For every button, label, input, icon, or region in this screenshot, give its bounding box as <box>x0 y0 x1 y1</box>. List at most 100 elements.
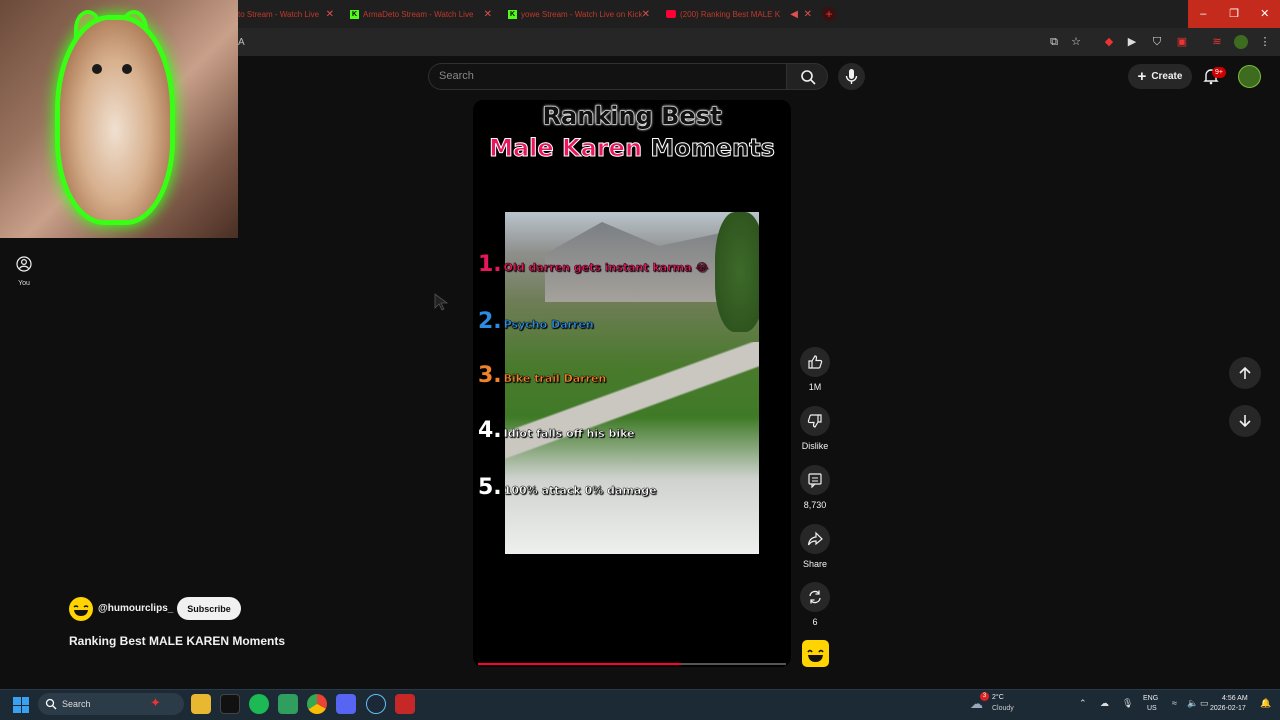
close-icon[interactable]: ✕ <box>642 9 650 20</box>
ranking-number: 5. <box>478 475 502 500</box>
browser-tab[interactable]: K yowe Stream - Watch Live on Kick ✕ <box>508 4 650 24</box>
subscribe-button[interactable]: Subscribe <box>177 597 241 620</box>
android-app-icon[interactable] <box>278 694 298 714</box>
youtube-icon <box>666 10 676 18</box>
account-circle-icon <box>16 256 32 272</box>
mute-icon[interactable]: ◀ <box>790 9 798 20</box>
ranking-item: 3. Bike trail Darren <box>478 363 607 388</box>
search-button[interactable] <box>786 63 828 90</box>
play-extension-icon[interactable]: ▶ <box>1125 35 1139 49</box>
remix-count: 6 <box>812 617 818 627</box>
profile-avatar[interactable] <box>1234 35 1248 49</box>
search-placeholder[interactable]: Search <box>439 70 474 82</box>
windows-start-icon[interactable] <box>13 697 29 713</box>
next-short-button[interactable] <box>1229 405 1261 437</box>
ranking-text: Psycho Darren <box>503 318 594 331</box>
chevron-up-icon[interactable]: ⌃ <box>1079 698 1087 709</box>
browser-tab[interactable]: to Stream - Watch Live ✕ <box>238 4 334 24</box>
tiktok-icon[interactable] <box>220 694 240 714</box>
shield-icon[interactable]: ⛉ <box>1150 35 1164 49</box>
arrow-up-icon <box>1239 366 1251 379</box>
video-overlay-title: Ranking Best <box>542 102 722 131</box>
volume-icon[interactable]: 🔈 <box>1187 698 1198 709</box>
taskbar-search-label[interactable]: Search <box>62 699 91 709</box>
channel-handle[interactable]: @humourclips_ <box>98 603 173 614</box>
channel-avatar[interactable] <box>69 597 93 621</box>
remix-icon <box>809 590 821 604</box>
ranking-item: 2. Psycho Darren <box>478 309 594 334</box>
browser-tab[interactable]: K ArmaDeto Stream - Watch Live ✕ <box>350 4 492 24</box>
app-icon[interactable] <box>395 694 415 714</box>
squirrel-image <box>60 20 170 220</box>
region-indicator[interactable]: US <box>1147 705 1157 712</box>
restore-button[interactable]: ❐ <box>1219 0 1250 28</box>
remix-button[interactable]: 6 <box>800 582 830 627</box>
sidebar-item-you[interactable]: You <box>8 256 40 287</box>
clock-time[interactable]: 4:56 AM <box>1222 695 1248 702</box>
ranking-item: 1. Old darren gets instant karma 😂 <box>478 252 708 277</box>
steam-icon[interactable] <box>366 694 386 714</box>
previous-short-button[interactable] <box>1229 357 1261 389</box>
weather-description[interactable]: Cloudy <box>992 705 1014 712</box>
like-button[interactable]: 1M <box>800 347 830 392</box>
mouse-cursor-icon <box>434 293 449 311</box>
close-window-button[interactable]: ✕ <box>1249 0 1280 28</box>
taskbar-search-box[interactable] <box>38 693 184 715</box>
close-icon[interactable]: ✕ <box>804 9 812 20</box>
comments-button[interactable]: 8,730 <box>800 465 830 510</box>
share-label: Share <box>802 559 828 569</box>
close-icon[interactable]: ✕ <box>484 9 492 20</box>
chrome-icon[interactable] <box>307 694 327 714</box>
sidewalk-shape <box>505 342 759 472</box>
minimize-button[interactable]: – <box>1188 0 1219 28</box>
dislike-label: Dislike <box>801 441 829 451</box>
microphone-icon[interactable]: 🎙 <box>1122 698 1133 709</box>
file-explorer-icon[interactable] <box>191 694 211 714</box>
squirrel-eye <box>122 64 132 74</box>
search-icon <box>45 698 57 710</box>
video-title[interactable]: Ranking Best MALE KAREN Moments <box>69 634 285 648</box>
language-indicator[interactable]: ENG <box>1143 695 1158 702</box>
browser-tab-active[interactable]: (200) Ranking Best MALE K ◀ ✕ <box>666 4 812 24</box>
discord-icon[interactable] <box>336 694 356 714</box>
share-icon <box>807 531 823 546</box>
spotify-icon[interactable] <box>249 694 269 714</box>
comment-icon <box>808 473 822 488</box>
menu-icon[interactable]: ⋮ <box>1258 35 1272 49</box>
arrow-down-icon <box>1239 415 1251 428</box>
close-icon[interactable]: ✕ <box>326 9 334 20</box>
bookmark-star-icon[interactable]: ☆ <box>1069 35 1083 49</box>
short-video-player[interactable]: Ranking Best Male Karen Moments 1. Old da… <box>473 100 791 667</box>
extension-icon[interactable]: ▣ <box>1175 35 1189 49</box>
extension-icon[interactable]: ≋ <box>1210 35 1224 49</box>
account-avatar[interactable] <box>1238 65 1261 88</box>
ranking-number: 4. <box>478 418 502 443</box>
dislike-button[interactable]: Dislike <box>800 406 830 451</box>
microphone-icon <box>845 69 858 84</box>
share-button[interactable]: Share <box>800 524 830 569</box>
extension-icon[interactable]: ◆ <box>1102 35 1116 49</box>
install-icon[interactable]: ⧉ <box>1047 35 1061 49</box>
wifi-icon[interactable]: ≈ <box>1172 698 1177 708</box>
notification-center-icon[interactable]: 🔔 <box>1260 698 1271 709</box>
address-text[interactable]: A <box>238 37 245 48</box>
cloud-sync-icon[interactable]: ☁ <box>1100 698 1109 709</box>
weather-badge: 3 <box>980 692 989 701</box>
like-count: 1M <box>808 382 822 392</box>
maple-leaf-icon: ✦ <box>150 695 161 710</box>
plus-icon: + <box>1137 68 1147 85</box>
search-input[interactable] <box>428 63 786 90</box>
battery-icon[interactable]: ▭ <box>1200 698 1209 709</box>
voice-search-button[interactable] <box>838 63 865 90</box>
channel-avatar-thumbnail[interactable] <box>802 640 829 667</box>
weather-temperature[interactable]: 2°C <box>992 694 1004 701</box>
tab-label: yowe Stream - Watch Live on Kick <box>521 9 643 19</box>
new-tab-button[interactable]: + <box>822 7 836 21</box>
clock-date[interactable]: 2026-02-17 <box>1210 705 1246 712</box>
thumbs-down-icon <box>807 414 822 428</box>
ranking-number: 3. <box>478 363 502 388</box>
ranking-number: 1. <box>478 252 502 277</box>
title-rest: Moments <box>650 134 775 163</box>
create-button[interactable]: + Create <box>1128 64 1192 89</box>
video-overlay-subtitle: Male Karen Moments <box>473 134 791 163</box>
